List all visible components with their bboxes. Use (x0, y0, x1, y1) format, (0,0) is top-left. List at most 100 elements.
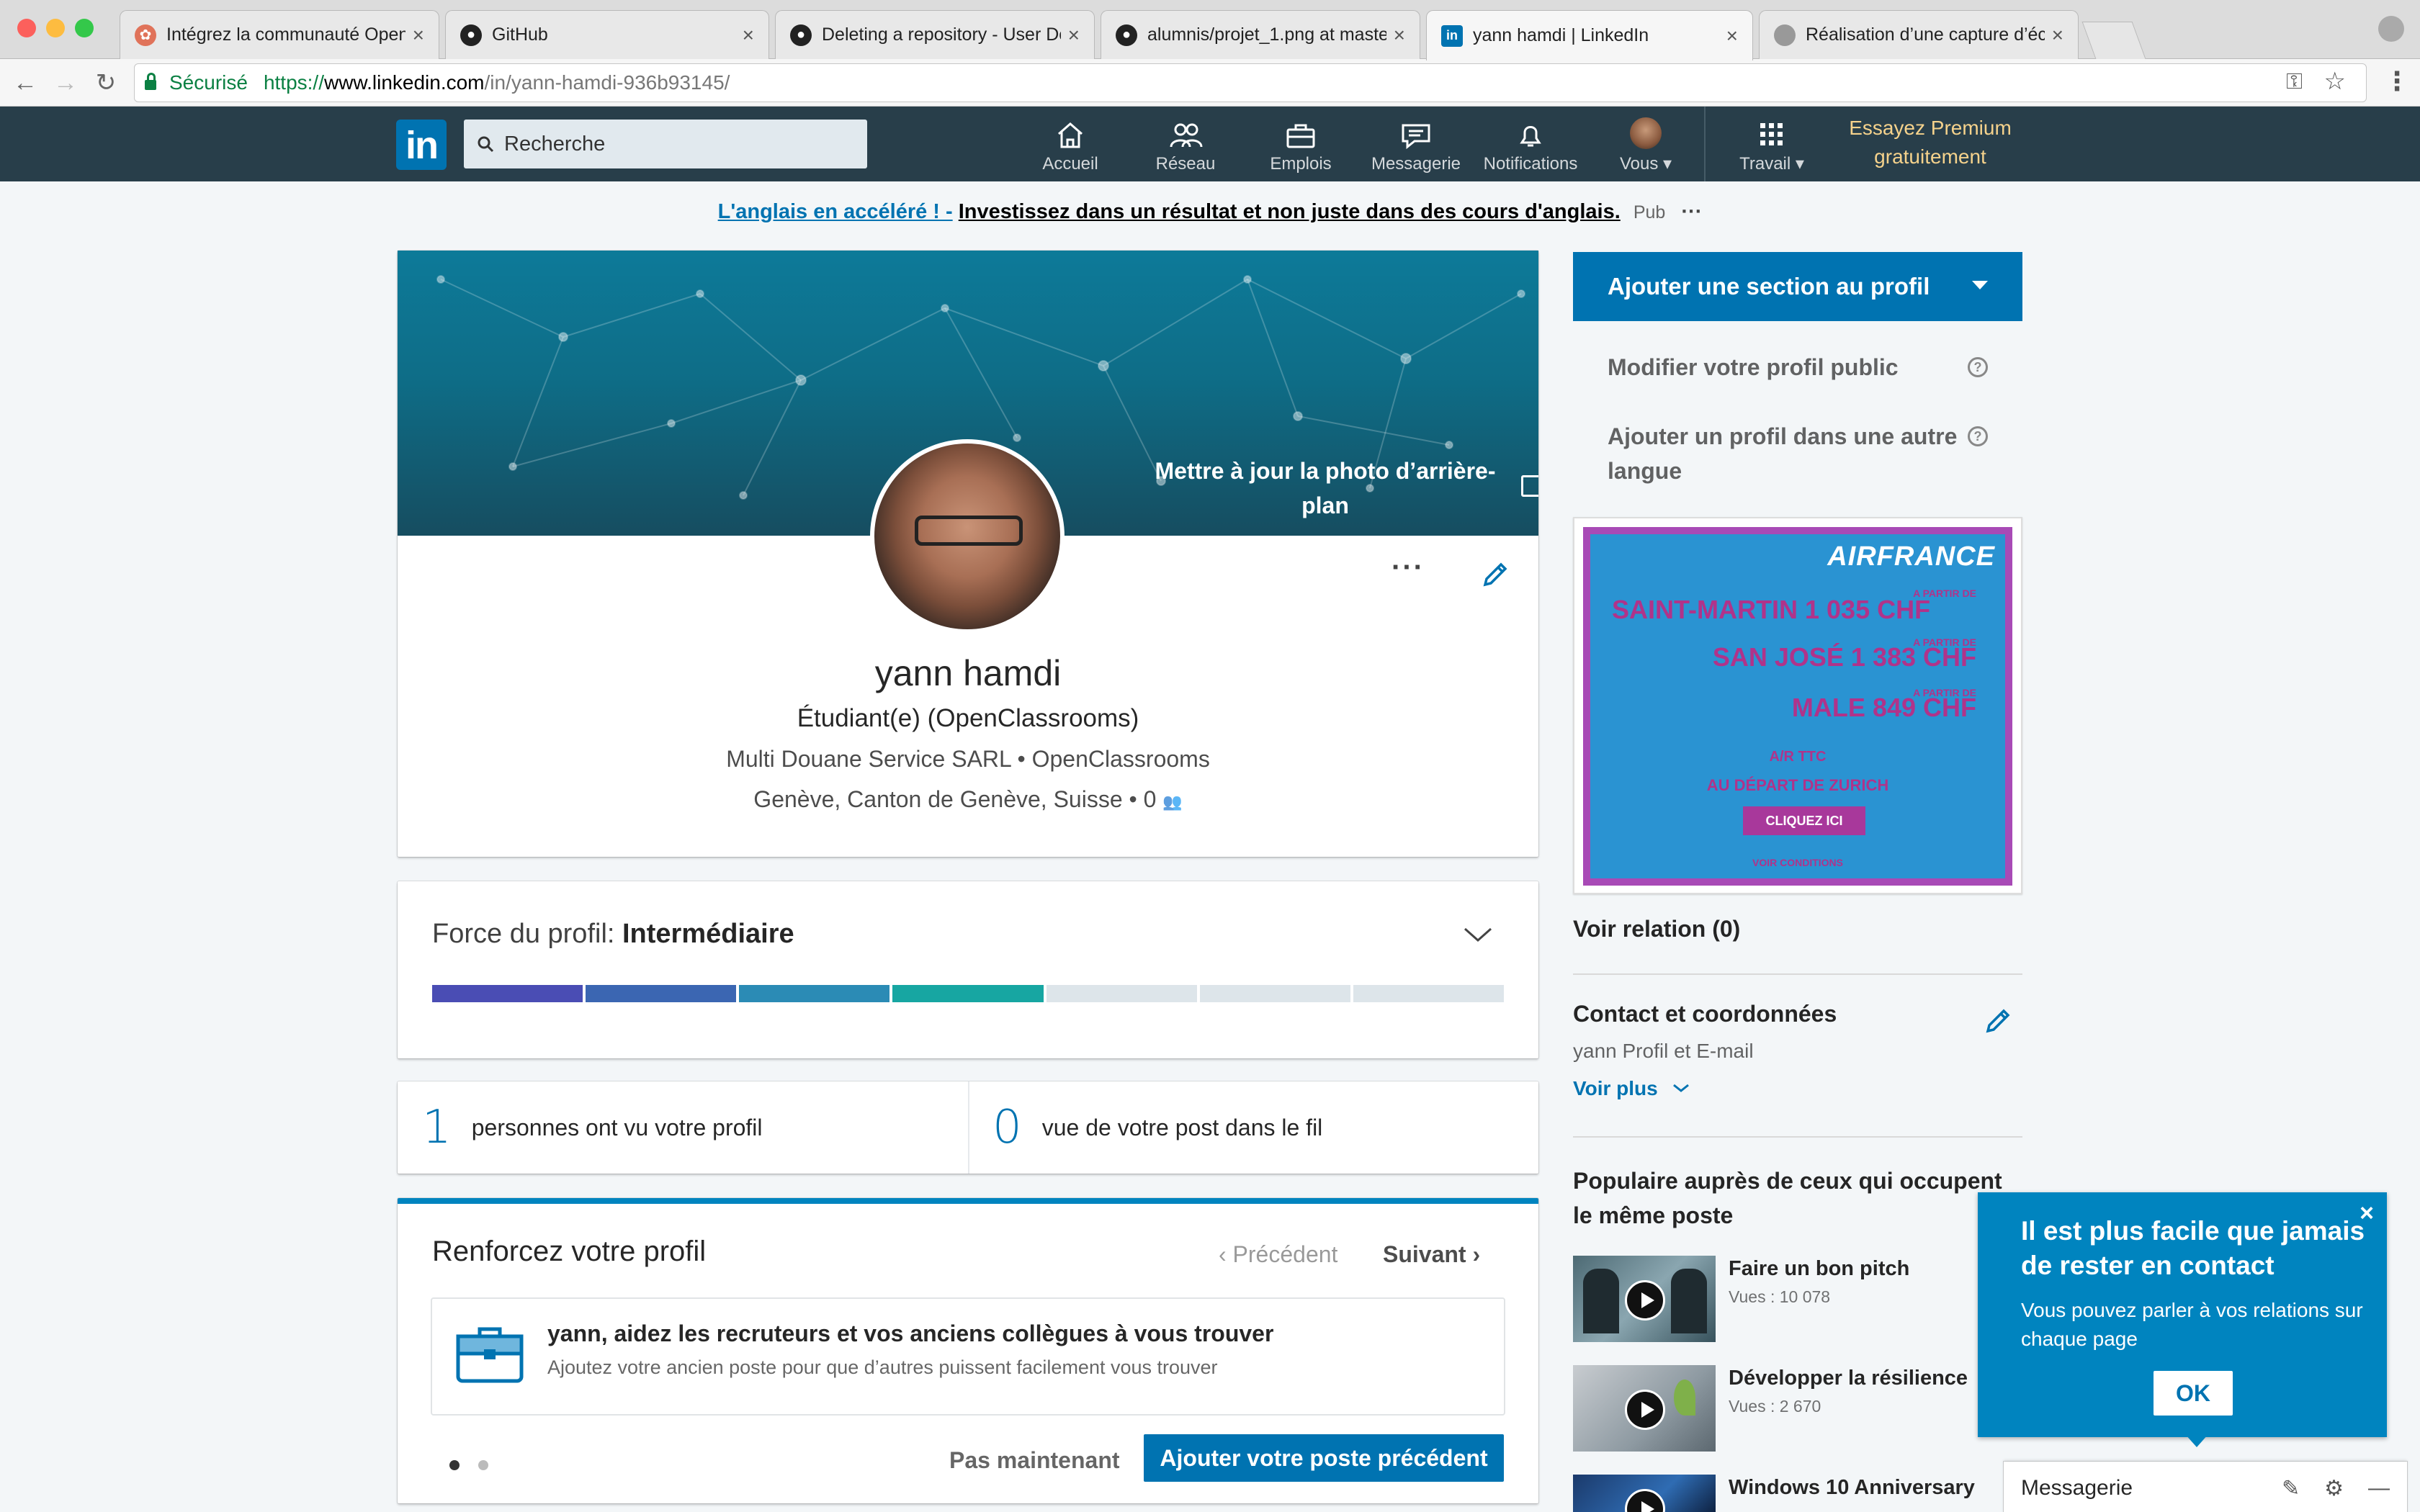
video-thumbnail[interactable] (1573, 1365, 1716, 1452)
not-now-button[interactable]: Pas maintenant (949, 1447, 1120, 1474)
airfrance-logo: AIRFRANCE (1827, 541, 1995, 572)
back-icon[interactable]: ← (7, 65, 43, 101)
add-profile-section-button[interactable]: Ajouter une section au profil (1573, 252, 2022, 321)
ad-text[interactable]: Investissez dans un résultat et non just… (959, 200, 1621, 223)
profile-photo[interactable] (870, 439, 1065, 634)
browser-menu-icon[interactable]: ⋮ (2384, 66, 2410, 96)
nav-label: Réseau (1155, 154, 1216, 174)
new-tab-button[interactable] (2081, 22, 2146, 59)
profile-company[interactable]: Multi Douane Service SARL • OpenClassroo… (398, 746, 1538, 773)
contact-info-subtitle: yann Profil et E-mail (1573, 1040, 1754, 1062)
messaging-bar[interactable]: Messagerie ✎ ⚙ — (2004, 1462, 2407, 1512)
ad-link[interactable]: L'anglais en accéléré ! - (718, 200, 953, 223)
chevron-down-icon[interactable] (1462, 919, 1494, 948)
compose-icon[interactable]: ✎ (2282, 1476, 2300, 1501)
github-icon: ● (1116, 24, 1137, 46)
video-thumbnail[interactable] (1573, 1475, 1716, 1512)
see-more-link[interactable]: Voir plus (1573, 1077, 1691, 1100)
reload-icon[interactable]: ↻ (88, 65, 124, 101)
help-icon[interactable]: ? (1968, 426, 1988, 446)
previous-button[interactable]: ‹ Précédent (1219, 1241, 1337, 1268)
add-previous-position-button[interactable]: Ajouter votre poste précédent (1144, 1434, 1504, 1482)
apple-icon (1774, 24, 1796, 46)
glasses-shape (915, 516, 1023, 546)
video-title[interactable]: Faire un bon pitch (1729, 1257, 1909, 1281)
browser-tab[interactable]: ● GitHub × (445, 10, 769, 59)
stat-label: vue de votre post dans le fil (1041, 1114, 1323, 1140)
tooltip-body: Vous pouvez parler à vos relations sur c… (2021, 1299, 2363, 1350)
messaging-tools: ✎ ⚙ — (2282, 1476, 2390, 1501)
minimize-icon[interactable]: — (2368, 1476, 2390, 1501)
edit-pencil-icon[interactable] (1982, 1005, 2014, 1037)
profile-icon[interactable] (2378, 16, 2404, 42)
nav-network[interactable]: Réseau (1150, 114, 1222, 179)
carousel-dot-active[interactable] (449, 1460, 460, 1470)
nav-work[interactable]: Travail ▾ (1730, 114, 1814, 179)
ad-more-icon[interactable]: ··· (1681, 200, 1702, 223)
ad-cta-button[interactable]: CLIQUEZ ICI (1743, 806, 1865, 835)
connections-icon[interactable]: 👥 (1162, 793, 1182, 811)
camera-icon[interactable] (1521, 475, 1538, 497)
update-background-link[interactable]: Mettre à jour la photo d’arrière-plan (1138, 454, 1512, 523)
see-more-label: Voir plus (1573, 1077, 1658, 1099)
carousel-dot[interactable] (478, 1460, 488, 1470)
tab-close-icon[interactable]: × (1726, 24, 1738, 48)
tab-close-icon[interactable]: × (413, 24, 424, 47)
tab-close-icon[interactable]: × (1068, 24, 1080, 47)
airfrance-ad[interactable]: AIRFRANCE A PARTIR DE SAINT-MARTIN 1 035… (1573, 517, 2022, 894)
messaging-label: Messagerie (2021, 1476, 2133, 1500)
profile-stats-card: 1 personnes ont vu votre profil 0 vue de… (398, 1081, 1538, 1174)
more-options-icon[interactable]: ··· (1392, 552, 1425, 584)
edit-pencil-icon[interactable] (1479, 559, 1511, 590)
video-title[interactable]: Développer la résilience (1729, 1367, 1968, 1390)
see-connections-link[interactable]: Voir relation (0) (1573, 916, 1740, 942)
meter-segment-empty (1199, 985, 1350, 1002)
url-input[interactable]: Sécurisé https://www.linkedin.com/in/yan… (134, 63, 2367, 102)
video-thumbnail[interactable] (1573, 1256, 1716, 1342)
nav-label: Messagerie (1371, 154, 1461, 174)
window-zoom-button[interactable] (75, 19, 94, 37)
nav-messaging[interactable]: Messagerie (1371, 114, 1461, 179)
tab-close-icon[interactable]: × (1394, 24, 1405, 47)
strength-meter (432, 985, 1504, 1002)
profile-views-stat[interactable]: 1 personnes ont vu votre profil (422, 1081, 955, 1174)
bookmark-star-icon[interactable]: ☆ (2324, 67, 2346, 96)
post-views-stat[interactable]: 0 vue de votre post dans le fil (992, 1081, 1525, 1174)
ok-button[interactable]: OK (2154, 1371, 2233, 1416)
gear-icon[interactable]: ⚙ (2324, 1476, 2344, 1501)
ad-conditions[interactable]: VOIR CONDITIONS (1590, 857, 2005, 868)
add-section-label: Ajouter une section au profil (1608, 273, 1930, 300)
nav-jobs[interactable]: Emplois (1265, 114, 1337, 179)
browser-tab-active[interactable]: in yann hamdi | LinkedIn × (1426, 10, 1753, 60)
browser-tab[interactable]: ✿ Intégrez la communauté OpenClassrooms … (120, 10, 439, 59)
nav-home[interactable]: Accueil (1034, 114, 1106, 179)
meter-segment-filled (586, 985, 737, 1002)
add-language-profile-link[interactable]: Ajouter un profil dans une autre (1608, 419, 1957, 454)
browser-tab[interactable]: ● Deleting a repository - User Documenta… (775, 10, 1095, 59)
next-button[interactable]: Suivant › (1383, 1241, 1480, 1268)
forward-icon[interactable]: → (48, 65, 84, 101)
strength-level: Intermédiaire (622, 919, 794, 949)
profile-name: yann hamdi (874, 653, 1062, 693)
nav-me[interactable]: Vous ▾ (1612, 114, 1680, 179)
ad-creative: AIRFRANCE A PARTIR DE SAINT-MARTIN 1 035… (1583, 527, 2012, 886)
tab-title: Intégrez la communauté OpenClassrooms (166, 24, 405, 45)
add-language-profile-link-line2[interactable]: langue (1608, 454, 1682, 488)
search-input[interactable]: Recherche (464, 120, 867, 168)
ad-price: 1 035 CHF (1805, 595, 1931, 624)
browser-tab[interactable]: ● alumnis/projet_1.png at master × (1101, 10, 1420, 59)
key-icon[interactable]: ⚿ (2286, 70, 2303, 94)
tab-close-icon[interactable]: × (2052, 24, 2063, 47)
suggestion-box[interactable]: yann, aidez les recruteurs et vos ancien… (431, 1297, 1505, 1416)
browser-tab[interactable]: Réalisation d’une capture d’écran × (1759, 10, 2079, 59)
linkedin-logo[interactable]: in (396, 120, 447, 170)
video-title[interactable]: Windows 10 Anniversary (1729, 1476, 1975, 1500)
premium-link[interactable]: Essayez Premium gratuitement (1829, 114, 2031, 176)
window-minimize-button[interactable] (46, 19, 65, 37)
tab-close-icon[interactable]: × (743, 24, 754, 47)
window-close-button[interactable] (17, 19, 36, 37)
edit-public-profile-link[interactable]: Modifier votre profil public (1608, 350, 1899, 384)
help-icon[interactable]: ? (1968, 357, 1988, 377)
nav-notifications[interactable]: Notifications (1476, 114, 1585, 179)
avatar (1630, 117, 1662, 149)
